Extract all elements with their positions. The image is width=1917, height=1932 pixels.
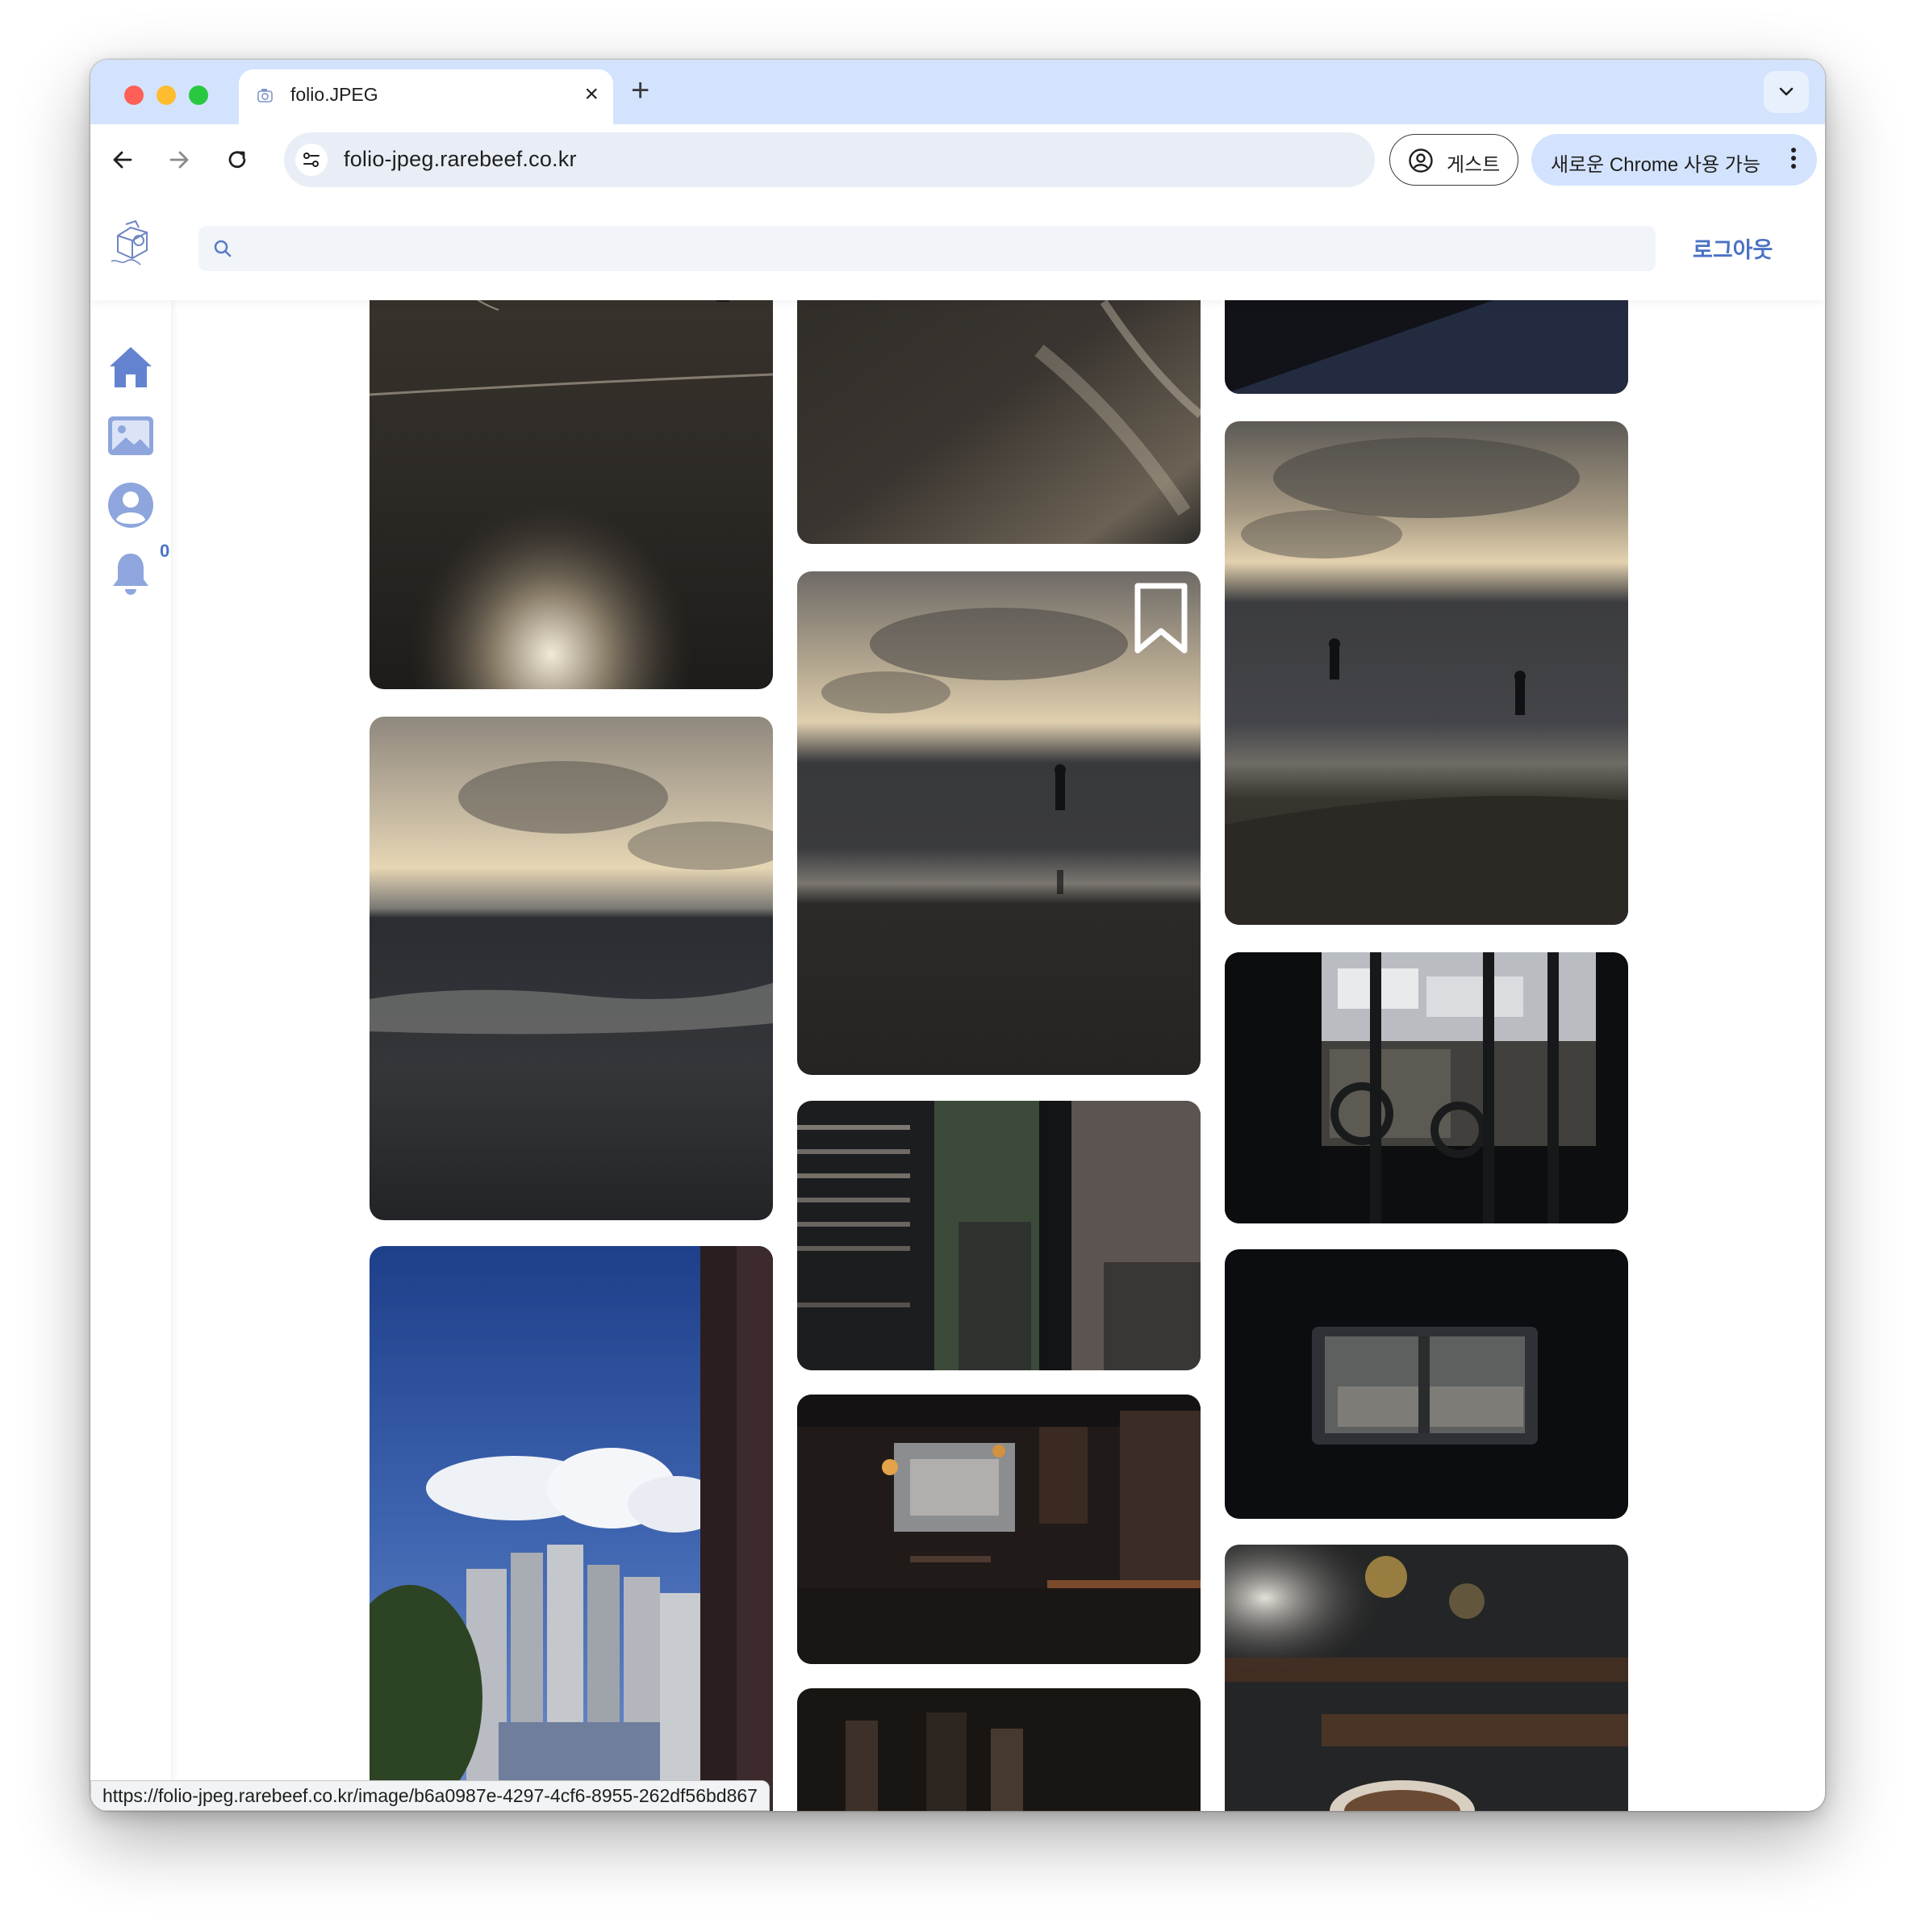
close-tab-icon[interactable]: ×	[584, 81, 599, 108]
browser-window: folio.JPEG × + folio-jpeg.rarebeef.co.kr…	[90, 60, 1825, 1811]
site-favicon-icon	[257, 89, 273, 102]
update-label: 새로운 Chrome 사용 가능	[1551, 154, 1760, 176]
gallery-image[interactable]	[370, 1246, 773, 1811]
notification-badge: 0	[160, 541, 170, 561]
page-content: 로그아웃 0	[90, 195, 1825, 1811]
gallery-image[interactable]	[370, 717, 773, 1220]
tab-strip: folio.JPEG × +	[90, 60, 1825, 124]
notifications-button[interactable]: 0	[105, 541, 169, 600]
folio-jpeg-logo[interactable]	[106, 218, 158, 271]
site-sidebar: 0	[90, 300, 171, 1811]
address-bar[interactable]: folio-jpeg.rarebeef.co.kr	[284, 132, 1375, 187]
url-text: folio-jpeg.rarebeef.co.kr	[344, 147, 577, 171]
minimize-window-button[interactable]	[157, 86, 176, 105]
tab-search-button[interactable]	[1764, 71, 1809, 113]
status-bar-link-preview: https://folio-jpeg.rarebeef.co.kr/image/…	[90, 1780, 770, 1811]
site-search-input[interactable]	[244, 226, 1635, 273]
gallery-image[interactable]	[797, 571, 1201, 1075]
guest-profile-button[interactable]: 게스트	[1389, 134, 1518, 186]
profile-icon[interactable]	[105, 479, 157, 531]
chevron-down-icon	[1779, 87, 1794, 96]
gallery-image[interactable]	[370, 253, 773, 689]
site-info-icon[interactable]	[295, 144, 328, 176]
reload-button[interactable]	[219, 142, 255, 178]
bell-icon	[113, 554, 148, 595]
arrow-left-icon	[113, 151, 132, 169]
tab-title: folio.JPEG	[290, 84, 378, 105]
gallery-icon[interactable]	[105, 410, 157, 462]
gallery-image[interactable]	[797, 1101, 1201, 1370]
chrome-update-button[interactable]: 새로운 Chrome 사용 가능	[1531, 134, 1817, 186]
maximize-window-button[interactable]	[189, 86, 208, 105]
gallery-image[interactable]	[1225, 1249, 1628, 1519]
arrow-right-icon	[169, 151, 189, 169]
close-window-button[interactable]	[124, 86, 144, 105]
browser-toolbar: folio-jpeg.rarebeef.co.kr 게스트 새로운 Chrome…	[90, 124, 1825, 196]
bookmark-icon[interactable]	[1133, 583, 1189, 655]
search-icon	[214, 240, 232, 257]
profile-circle-icon	[1409, 148, 1433, 173]
gallery-image[interactable]	[797, 1688, 1201, 1811]
logout-button[interactable]: 로그아웃	[1693, 232, 1773, 264]
new-tab-button[interactable]: +	[631, 74, 649, 107]
guest-label: 게스트	[1447, 154, 1501, 176]
site-header: 로그아웃	[90, 195, 1825, 300]
browser-tab[interactable]: folio.JPEG ×	[239, 69, 613, 124]
back-button[interactable]	[105, 142, 140, 178]
more-menu-icon[interactable]	[1791, 145, 1796, 172]
site-search-bar[interactable]	[198, 226, 1656, 273]
gallery-image[interactable]	[1225, 952, 1628, 1223]
reload-icon	[228, 151, 246, 169]
gallery-image[interactable]	[797, 1395, 1201, 1664]
home-icon[interactable]	[105, 341, 157, 392]
gallery-image[interactable]	[1225, 421, 1628, 925]
forward-button[interactable]	[161, 142, 197, 178]
gallery-image[interactable]	[1225, 1545, 1628, 1811]
